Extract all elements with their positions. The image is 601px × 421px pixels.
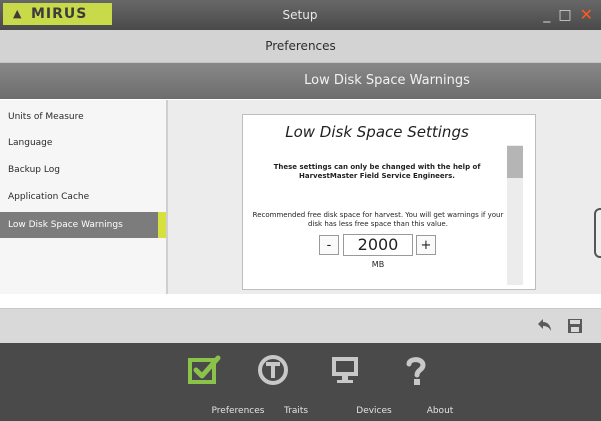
sidebar-item-label: Low Disk Space Warnings — [8, 220, 123, 230]
disk-space-value[interactable]: 2000 — [343, 234, 413, 256]
card-title: Low Disk Space Settings — [285, 123, 469, 141]
save-icon[interactable] — [567, 318, 583, 334]
nav-traits-label: Traits — [283, 406, 309, 416]
traits-icon — [256, 353, 290, 387]
question-icon — [399, 353, 433, 387]
disk-space-stepper: - 2000 + — [319, 234, 437, 258]
nav-about-label: About — [426, 406, 454, 416]
card-warning-text: These settings can only be changed with … — [273, 163, 481, 180]
nav-traits[interactable]: Traits — [250, 353, 308, 419]
title-bar: ▲ MIRUS Setup _ □ ✕ — [0, 0, 601, 30]
side-pull-tab[interactable] — [594, 208, 601, 258]
sidebar-item-low-disk-space-warnings[interactable]: Low Disk Space Warnings — [0, 212, 166, 238]
settings-sidebar: Units of Measure Language Backup Log App… — [0, 100, 166, 294]
maximize-button[interactable]: □ — [558, 6, 571, 24]
logo-mark-icon: ▲ — [13, 7, 23, 20]
monitor-icon — [328, 353, 362, 387]
sidebar-item-backup-log[interactable]: Backup Log — [0, 157, 166, 183]
decrement-button[interactable]: - — [319, 235, 339, 255]
scrollbar-thumb[interactable] — [507, 146, 523, 178]
close-button[interactable]: ✕ — [580, 6, 593, 24]
settings-card: Low Disk Space Settings These settings c… — [242, 114, 536, 290]
nav-devices[interactable]: Devices — [316, 353, 392, 419]
action-bar — [0, 308, 601, 343]
active-indicator — [158, 212, 166, 238]
card-description: Recommended free disk space for harvest.… — [252, 211, 504, 228]
sidebar-item-language[interactable]: Language — [0, 130, 166, 156]
logo-text: MIRUS — [31, 6, 88, 22]
section-title: Low Disk Space Warnings — [304, 73, 470, 88]
app-logo: ▲ MIRUS — [3, 3, 112, 25]
nav-preferences[interactable]: Preferences — [170, 353, 264, 419]
sidebar-item-application-cache[interactable]: Application Cache — [0, 184, 166, 210]
increment-button[interactable]: + — [416, 235, 436, 255]
checkbox-icon — [187, 353, 221, 387]
window-controls: _ □ ✕ — [543, 4, 593, 26]
window-title: Setup — [282, 8, 318, 22]
nav-about[interactable]: About — [392, 353, 453, 419]
unit-label: MB — [371, 260, 385, 269]
minimize-button[interactable]: _ — [543, 6, 550, 24]
page-header: Preferences — [0, 30, 601, 63]
sidebar-item-units-of-measure[interactable]: Units of Measure — [0, 104, 166, 130]
bottom-nav: Preferences Traits Devices About — [0, 343, 601, 421]
section-header: Low Disk Space Warnings — [0, 63, 601, 99]
undo-icon[interactable] — [537, 317, 553, 333]
